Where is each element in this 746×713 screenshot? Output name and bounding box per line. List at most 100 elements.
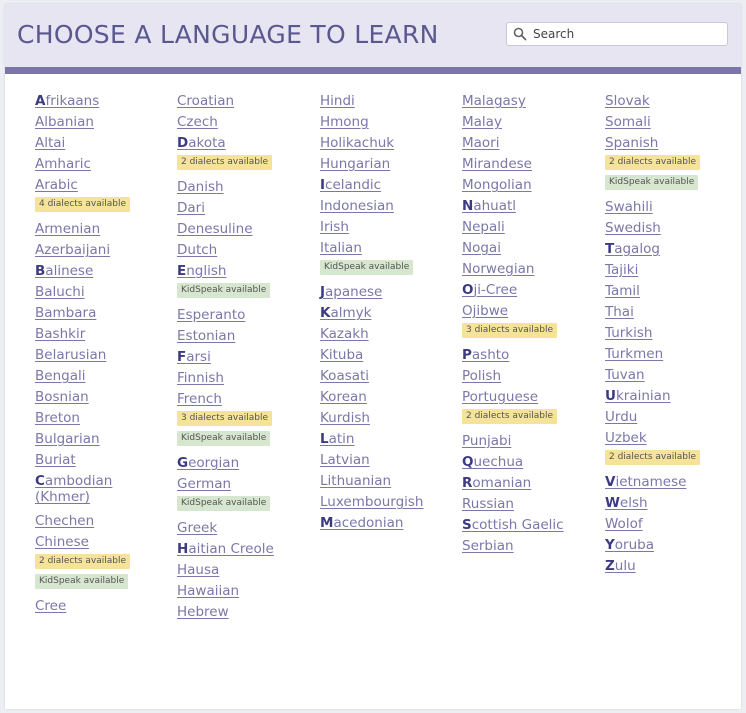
- language-link[interactable]: Cambodian (Khmer): [35, 470, 120, 510]
- language-link[interactable]: Scottish Gaelic: [462, 514, 602, 535]
- language-link[interactable]: Latin: [320, 428, 460, 449]
- language-link[interactable]: Russian: [462, 493, 602, 514]
- language-link[interactable]: Bosnian: [35, 386, 175, 407]
- search-box[interactable]: [506, 22, 728, 46]
- language-link[interactable]: Somali: [605, 111, 745, 132]
- language-link[interactable]: Indonesian: [320, 195, 460, 216]
- language-link[interactable]: Japanese: [320, 281, 460, 302]
- language-link[interactable]: Dakota: [177, 132, 317, 153]
- language-link[interactable]: Breton: [35, 407, 175, 428]
- language-link[interactable]: Dari: [177, 197, 317, 218]
- language-link[interactable]: German: [177, 473, 317, 494]
- language-link[interactable]: Albanian: [35, 111, 175, 132]
- language-link[interactable]: Belarusian: [35, 344, 175, 365]
- language-link[interactable]: Welsh: [605, 492, 745, 513]
- language-link[interactable]: Azerbaijani: [35, 239, 175, 260]
- language-link[interactable]: Chechen: [35, 510, 175, 531]
- language-link[interactable]: Oji-Cree: [462, 279, 602, 300]
- language-link[interactable]: Nogai: [462, 237, 602, 258]
- language-link[interactable]: Swedish: [605, 217, 745, 238]
- language-link[interactable]: Malagasy: [462, 90, 602, 111]
- language-link[interactable]: Greek: [177, 517, 317, 538]
- language-link[interactable]: Bengali: [35, 365, 175, 386]
- language-link[interactable]: Finnish: [177, 367, 317, 388]
- search-input[interactable]: [533, 25, 723, 43]
- language-link[interactable]: Tamil: [605, 280, 745, 301]
- language-link[interactable]: Punjabi: [462, 430, 602, 451]
- language-link[interactable]: Kituba: [320, 344, 460, 365]
- language-link[interactable]: Ojibwe: [462, 300, 602, 321]
- language-link[interactable]: Thai: [605, 301, 745, 322]
- language-link[interactable]: Nahuatl: [462, 195, 602, 216]
- language-link[interactable]: Italian: [320, 237, 460, 258]
- language-link[interactable]: Hawaiian: [177, 580, 317, 601]
- language-link[interactable]: Tuvan: [605, 364, 745, 385]
- language-link[interactable]: Serbian: [462, 535, 602, 556]
- language-link[interactable]: Portuguese: [462, 386, 602, 407]
- language-link[interactable]: Baluchi: [35, 281, 175, 302]
- language-link[interactable]: Pashto: [462, 344, 602, 365]
- language-link[interactable]: English: [177, 260, 317, 281]
- language-link[interactable]: Bulgarian: [35, 428, 175, 449]
- language-link[interactable]: Urdu: [605, 406, 745, 427]
- language-link[interactable]: Balinese: [35, 260, 175, 281]
- language-link[interactable]: Armenian: [35, 218, 175, 239]
- language-link[interactable]: Quechua: [462, 451, 602, 472]
- language-link[interactable]: Denesuline: [177, 218, 317, 239]
- language-link[interactable]: Turkish: [605, 322, 745, 343]
- language-link[interactable]: Koasati: [320, 365, 460, 386]
- language-link[interactable]: Buriat: [35, 449, 175, 470]
- language-link[interactable]: Nepali: [462, 216, 602, 237]
- language-link[interactable]: Estonian: [177, 325, 317, 346]
- language-link[interactable]: Czech: [177, 111, 317, 132]
- language-link[interactable]: Farsi: [177, 346, 317, 367]
- language-link[interactable]: Polish: [462, 365, 602, 386]
- language-link[interactable]: Swahili: [605, 196, 745, 217]
- language-link[interactable]: Lithuanian: [320, 470, 460, 491]
- language-link[interactable]: Tagalog: [605, 238, 745, 259]
- language-link[interactable]: Irish: [320, 216, 460, 237]
- language-link[interactable]: Uzbek: [605, 427, 745, 448]
- language-link[interactable]: Mirandese: [462, 153, 602, 174]
- language-link[interactable]: Arabic: [35, 174, 175, 195]
- language-link[interactable]: Macedonian: [320, 512, 460, 533]
- language-link[interactable]: Norwegian: [462, 258, 602, 279]
- language-link[interactable]: Hebrew: [177, 601, 317, 622]
- language-link[interactable]: Hindi: [320, 90, 460, 111]
- language-link[interactable]: Cree: [35, 595, 175, 616]
- language-link[interactable]: Korean: [320, 386, 460, 407]
- language-link[interactable]: Ukrainian: [605, 385, 745, 406]
- language-link[interactable]: Zulu: [605, 555, 745, 576]
- language-link[interactable]: Afrikaans: [35, 90, 175, 111]
- language-link[interactable]: Mongolian: [462, 174, 602, 195]
- language-link[interactable]: Maori: [462, 132, 602, 153]
- language-link[interactable]: Turkmen: [605, 343, 745, 364]
- language-link[interactable]: French: [177, 388, 317, 409]
- language-link[interactable]: Latvian: [320, 449, 460, 470]
- language-link[interactable]: Luxembourgish: [320, 491, 460, 512]
- language-link[interactable]: Kalmyk: [320, 302, 460, 323]
- language-link[interactable]: Vietnamese: [605, 471, 745, 492]
- language-link[interactable]: Tajiki: [605, 259, 745, 280]
- language-link[interactable]: Chinese: [35, 531, 175, 552]
- language-link[interactable]: Holikachuk: [320, 132, 460, 153]
- language-link[interactable]: Icelandic: [320, 174, 460, 195]
- language-link[interactable]: Yoruba: [605, 534, 745, 555]
- language-link[interactable]: Spanish: [605, 132, 745, 153]
- language-link[interactable]: Altai: [35, 132, 175, 153]
- language-link[interactable]: Hausa: [177, 559, 317, 580]
- language-link[interactable]: Wolof: [605, 513, 745, 534]
- language-link[interactable]: Slovak: [605, 90, 745, 111]
- language-link[interactable]: Bambara: [35, 302, 175, 323]
- language-link[interactable]: Croatian: [177, 90, 317, 111]
- language-link[interactable]: Hungarian: [320, 153, 460, 174]
- language-link[interactable]: Esperanto: [177, 304, 317, 325]
- language-link[interactable]: Kurdish: [320, 407, 460, 428]
- language-link[interactable]: Georgian: [177, 452, 317, 473]
- language-link[interactable]: Hmong: [320, 111, 460, 132]
- language-link[interactable]: Danish: [177, 176, 317, 197]
- language-link[interactable]: Malay: [462, 111, 602, 132]
- language-link[interactable]: Kazakh: [320, 323, 460, 344]
- language-link[interactable]: Haitian Creole: [177, 538, 317, 559]
- language-link[interactable]: Dutch: [177, 239, 317, 260]
